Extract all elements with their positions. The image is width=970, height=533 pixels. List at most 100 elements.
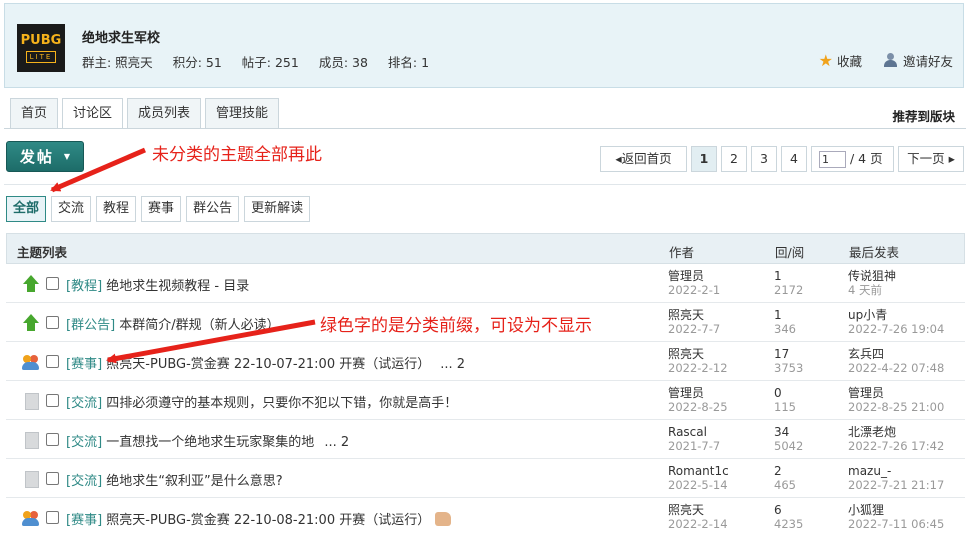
category-announcement[interactable]: 群公告 bbox=[186, 196, 240, 222]
header-title: 主题列表 bbox=[17, 245, 68, 260]
page-4[interactable]: 4 bbox=[781, 146, 807, 172]
next-page-button[interactable]: 下一页 ▸ bbox=[898, 146, 964, 172]
category-all[interactable]: 全部 bbox=[6, 196, 47, 222]
category-prefix[interactable]: [赛事] bbox=[66, 357, 102, 372]
author-name[interactable]: Romant1c bbox=[668, 464, 729, 478]
thread-title-text[interactable]: 一直想找一个绝地求生玩家聚集的地 bbox=[106, 435, 314, 450]
last-post-time[interactable]: 2022-8-25 21:00 bbox=[848, 400, 944, 414]
thread-title-text[interactable]: 四排必须遵守的基本规则，只要你不犯以下错，你就是高手！ bbox=[106, 396, 457, 411]
category-prefix[interactable]: [教程] bbox=[66, 279, 102, 294]
category-prefix[interactable]: [交流] bbox=[66, 435, 102, 450]
chevron-right-icon: ▸ bbox=[948, 151, 955, 166]
thread-title[interactable]: [群公告] 本群简介/群规（新人必读） bbox=[66, 314, 280, 333]
page-2[interactable]: 2 bbox=[721, 146, 747, 172]
last-poster[interactable]: 小狐狸 bbox=[848, 503, 884, 517]
recommend-to-forum-link[interactable]: 推荐到版块 bbox=[892, 106, 955, 125]
row-checkbox[interactable] bbox=[46, 316, 59, 329]
row-checkbox[interactable] bbox=[46, 472, 59, 485]
toolbar-divider bbox=[4, 184, 966, 185]
thread-title[interactable]: [交流] 一直想找一个绝地求生玩家聚集的地 ... 2 bbox=[66, 431, 349, 450]
view-count: 115 bbox=[774, 400, 796, 414]
row-checkbox[interactable] bbox=[46, 433, 59, 446]
last-post-time[interactable]: 2022-7-11 06:45 bbox=[848, 517, 944, 531]
thread-title[interactable]: [交流] 四排必须遵守的基本规则，只要你不犯以下错，你就是高手！ bbox=[66, 392, 457, 411]
category-prefix[interactable]: [交流] bbox=[66, 396, 102, 411]
group-logo[interactable]: PUBG LITE bbox=[17, 24, 65, 72]
next-page-label: 下一页 bbox=[907, 151, 945, 166]
thread-author: Romant1c 2022-5-14 bbox=[668, 464, 729, 492]
thread-title-text[interactable]: 照亮天-PUBG-赏金赛 22-10-08-21:00 开赛（试运行） bbox=[106, 513, 430, 528]
author-name[interactable]: 照亮天 bbox=[668, 503, 704, 517]
invite-friends-button[interactable]: 邀请好友 bbox=[883, 51, 953, 70]
author-name[interactable]: Rascal bbox=[668, 425, 707, 439]
author-name[interactable]: 照亮天 bbox=[668, 308, 704, 322]
table-row[interactable]: [交流] 四排必须遵守的基本规则，只要你不犯以下错，你就是高手！ 管理员 2022-… bbox=[6, 381, 965, 420]
header-author: 作者 bbox=[669, 245, 695, 260]
view-count: 3753 bbox=[774, 361, 804, 375]
view-count: 465 bbox=[774, 478, 796, 492]
author-name[interactable]: 照亮天 bbox=[668, 347, 704, 361]
author-name[interactable]: 管理员 bbox=[668, 386, 704, 400]
last-poster[interactable]: mazu_- bbox=[848, 464, 891, 478]
page-number-input[interactable]: 1 bbox=[819, 150, 846, 168]
table-row[interactable]: [交流] 绝地求生“叙利亚”是什么意思? Romant1c 2022-5-14 2 46… bbox=[6, 459, 965, 498]
author-name[interactable]: 管理员 bbox=[668, 269, 704, 283]
last-post-time[interactable]: 4 天前 bbox=[848, 283, 896, 297]
row-checkbox[interactable] bbox=[46, 355, 59, 368]
thread-title-text[interactable]: 绝地求生视频教程 - 目录 bbox=[106, 279, 249, 294]
table-row[interactable]: [交流] 一直想找一个绝地求生玩家聚集的地 ... 2 Rascal 2021-7-7… bbox=[6, 420, 965, 459]
view-count: 5042 bbox=[774, 439, 804, 453]
last-poster[interactable]: 管理员 bbox=[848, 386, 884, 400]
post-date: 2022-2-14 bbox=[668, 517, 728, 531]
last-poster[interactable]: 北漂老炮 bbox=[848, 425, 896, 439]
chevron-down-icon[interactable]: ▼ bbox=[64, 152, 70, 161]
table-row[interactable]: [教程] 绝地求生视频教程 - 目录 管理员 2022-2-1 1 2172 传说狙神 4 … bbox=[6, 264, 965, 303]
thread-author: 照亮天 2022-7-7 bbox=[668, 308, 720, 336]
last-post-time[interactable]: 2022-7-26 19:04 bbox=[848, 322, 944, 336]
row-checkbox[interactable] bbox=[46, 511, 59, 524]
last-post-time[interactable]: 2022-7-26 17:42 bbox=[848, 439, 944, 453]
category-update[interactable]: 更新解读 bbox=[244, 196, 311, 222]
document-icon bbox=[22, 431, 40, 449]
last-poster[interactable]: up小青 bbox=[848, 308, 887, 322]
back-home-button[interactable]: ◂返回首页 bbox=[600, 146, 687, 172]
annotation-uncategorized: 未分类的主题全部再此 bbox=[152, 145, 322, 165]
new-post-button[interactable]: 发帖 ▼ bbox=[6, 141, 84, 172]
tab-manage[interactable]: 管理技能 bbox=[205, 98, 280, 128]
table-row[interactable]: [赛事] 照亮天-PUBG-赏金赛 22-10-08-21:00 开赛（试运行）… bbox=[6, 498, 965, 533]
category-prefix[interactable]: [群公告] bbox=[66, 318, 115, 333]
thread-title-text[interactable]: 本群简介/群规（新人必读） bbox=[119, 318, 279, 333]
last-poster[interactable]: 玄兵四 bbox=[848, 347, 884, 361]
invite-label: 邀请好友 bbox=[902, 54, 953, 69]
category-filter: 全部 交流 教程 赛事 群公告 更新解读 bbox=[6, 196, 311, 222]
tab-discussion[interactable]: 讨论区 bbox=[62, 98, 124, 129]
page-1[interactable]: 1 bbox=[691, 146, 717, 172]
thread-title[interactable]: [赛事] 照亮天-PUBG-赏金赛 22-10-07-21:00 开赛（试运行）… bbox=[66, 353, 465, 372]
thread-pages[interactable]: ... 2 bbox=[440, 357, 465, 372]
category-tutorial[interactable]: 教程 bbox=[96, 196, 137, 222]
last-poster[interactable]: 传说狙神 bbox=[848, 269, 896, 283]
thread-title[interactable]: [交流] 绝地求生“叙利亚”是什么意思? bbox=[66, 470, 283, 489]
category-chat[interactable]: 交流 bbox=[51, 196, 92, 222]
tab-home[interactable]: 首页 bbox=[10, 98, 59, 128]
thread-stats: 2 465 bbox=[774, 464, 796, 492]
favorite-button[interactable]: ★ 收藏 bbox=[819, 51, 862, 70]
thread-title[interactable]: [赛事] 照亮天-PUBG-赏金赛 22-10-08-21:00 开赛（试运行） bbox=[66, 509, 452, 528]
thread-title-text[interactable]: 照亮天-PUBG-赏金赛 22-10-07-21:00 开赛（试运行） bbox=[106, 357, 430, 372]
tab-members[interactable]: 成员列表 bbox=[127, 98, 202, 128]
last-post-time[interactable]: 2022-7-21 21:17 bbox=[848, 478, 944, 492]
page-3[interactable]: 3 bbox=[751, 146, 777, 172]
category-match[interactable]: 赛事 bbox=[141, 196, 182, 222]
pagination: ◂返回首页 1 2 3 4 1 / 4 页 下一页 ▸ bbox=[600, 146, 964, 172]
thread-title[interactable]: [教程] 绝地求生视频教程 - 目录 bbox=[66, 275, 249, 294]
thread-pages[interactable]: ... 2 bbox=[324, 435, 349, 450]
category-prefix[interactable]: [交流] bbox=[66, 474, 102, 489]
last-post-time[interactable]: 2022-4-22 07:48 bbox=[848, 361, 944, 375]
thread-title-text[interactable]: 绝地求生“叙利亚”是什么意思? bbox=[106, 474, 282, 489]
logo-text: PUBG bbox=[20, 32, 62, 48]
table-row[interactable]: [赛事] 照亮天-PUBG-赏金赛 22-10-07-21:00 开赛（试运行）… bbox=[6, 342, 965, 381]
row-checkbox[interactable] bbox=[46, 394, 59, 407]
category-prefix[interactable]: [赛事] bbox=[66, 513, 102, 528]
group-name[interactable]: 绝地求生军校 bbox=[82, 27, 160, 46]
row-checkbox[interactable] bbox=[46, 277, 59, 290]
